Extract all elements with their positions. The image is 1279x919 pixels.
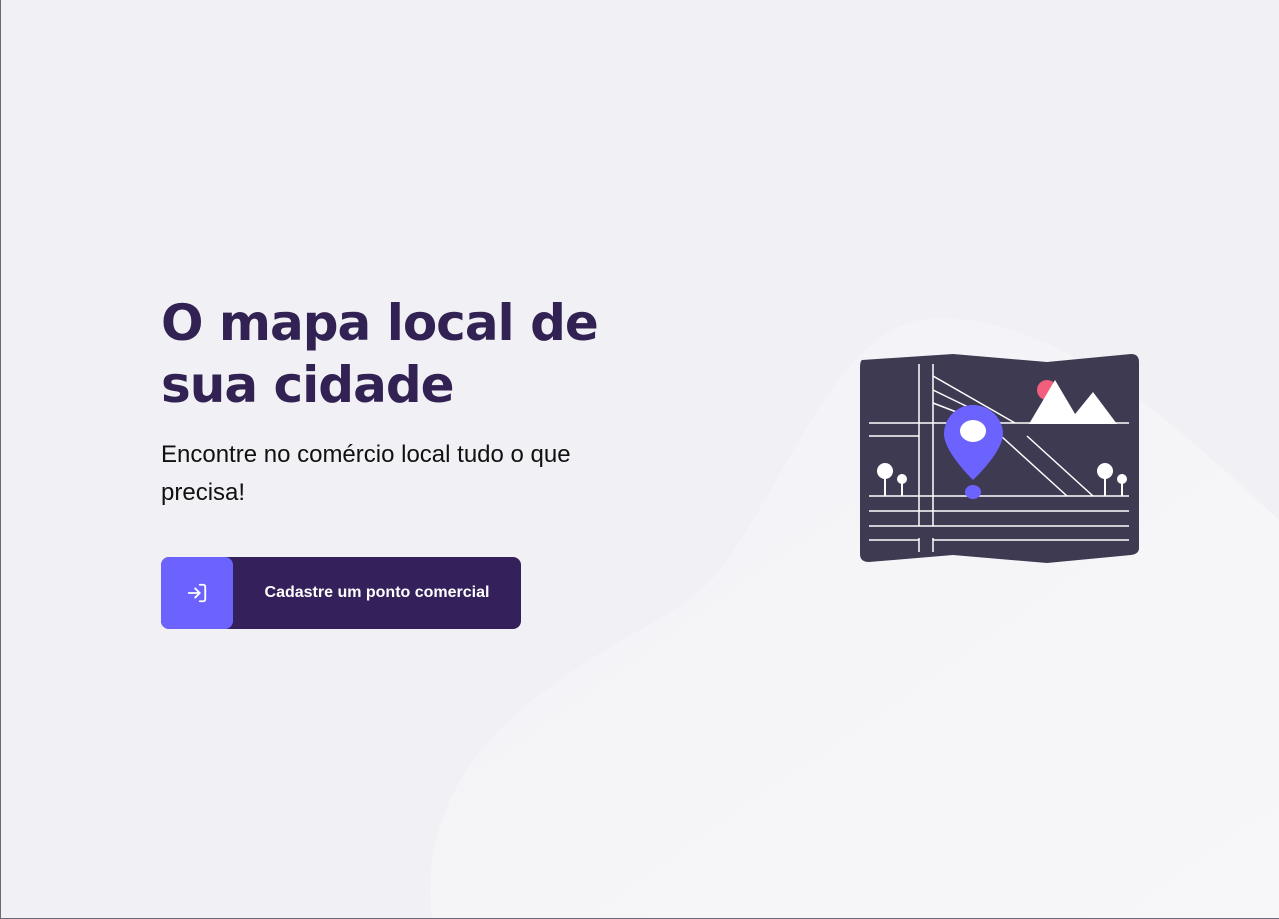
register-point-button[interactable]: Cadastre um ponto comercial <box>161 557 521 629</box>
register-point-button-label: Cadastre um ponto comercial <box>264 584 490 601</box>
page-title: O mapa local de sua cidade <box>161 292 631 416</box>
page-title-line-1: O mapa local de <box>161 294 599 352</box>
page-title-line-2: sua cidade <box>161 356 455 414</box>
log-in-icon <box>161 557 233 629</box>
page-subtitle: Encontre no comércio local tudo o que pr… <box>161 441 571 506</box>
map-illustration <box>860 354 1139 563</box>
hero-content: O mapa local de sua cidade Encontre no c… <box>161 292 631 512</box>
